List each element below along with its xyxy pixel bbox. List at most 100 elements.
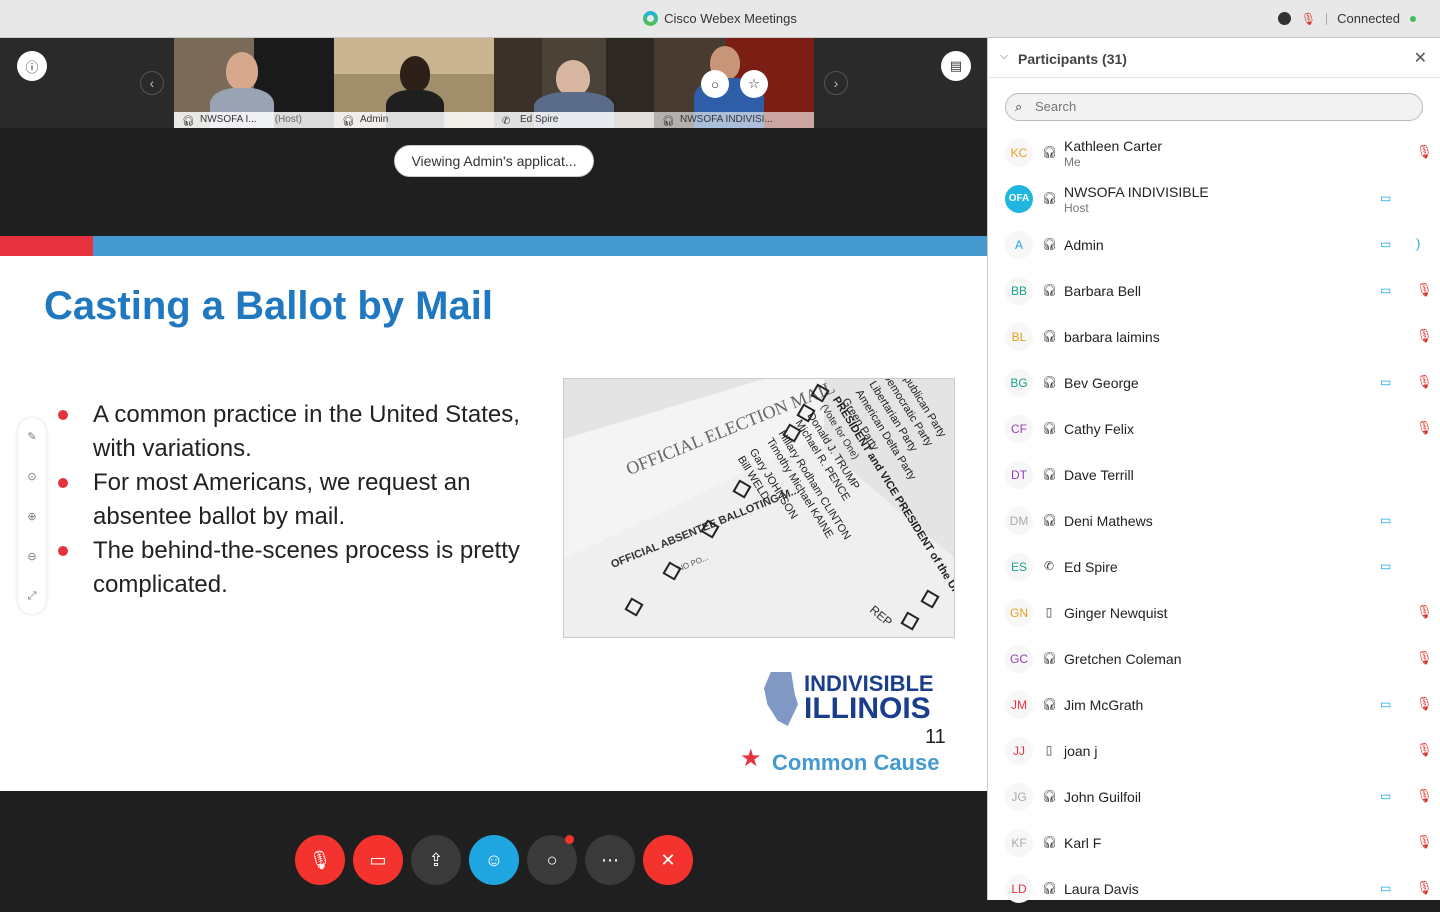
speaking-icon[interactable]: ): [1416, 236, 1420, 251]
mic-muted-icon[interactable]: 🎙︎: [1416, 650, 1433, 666]
video-on-icon: ▭: [1380, 283, 1392, 297]
mic-muted-icon[interactable]: 🎙︎: [1416, 834, 1433, 850]
pin-overlay-button[interactable]: ☆: [740, 70, 768, 98]
share-button[interactable]: ⇪: [411, 835, 461, 885]
participant-row[interactable]: GC 🎧︎ Gretchen Coleman 🎙︎: [988, 636, 1440, 682]
video-toggle-button[interactable]: ▭: [353, 835, 403, 885]
headset-icon: 🎧︎: [1042, 283, 1058, 297]
headset-icon: 🎧︎: [1042, 513, 1058, 527]
mic-muted-icon[interactable]: 🎙︎: [1416, 742, 1433, 758]
logo-illinois: ILLINOIS: [804, 692, 931, 725]
headset-icon: 🎧︎: [1042, 421, 1058, 435]
mic-muted-icon[interactable]: 🎙︎: [1416, 604, 1433, 620]
participant-row[interactable]: BL 🎧︎ barbara laimins 🎙︎: [988, 314, 1440, 360]
participant-row[interactable]: JG 🎧︎ John Guilfoil ▭ 🎙︎: [988, 774, 1440, 820]
mic-muted-icon[interactable]: 🎙︎: [1416, 420, 1433, 436]
mute-button[interactable]: 🎙︎: [295, 835, 345, 885]
video-on-icon: ▭: [1380, 559, 1392, 573]
video-thumb-4[interactable]: 🎧︎ NWSOFA INDIVISI...: [654, 38, 814, 128]
participant-row[interactable]: BB 🎧︎ Barbara Bell ▭ 🎙︎: [988, 268, 1440, 314]
participant-row[interactable]: KF 🎧︎ Karl F 🎙︎: [988, 820, 1440, 866]
common-cause-star-icon: ★: [740, 745, 762, 772]
meeting-info-button[interactable]: ⓘ: [17, 51, 47, 81]
video-thumb-2[interactable]: 🎧︎ Admin: [334, 38, 494, 128]
participant-row[interactable]: CF 🎧︎ Cathy Felix 🎙︎: [988, 406, 1440, 452]
participant-head: [226, 52, 258, 90]
participant-name: Ginger Newquist: [1064, 605, 1168, 621]
mic-muted-icon[interactable]: 🎙︎: [1416, 880, 1433, 896]
leave-meeting-button[interactable]: ✕: [643, 835, 693, 885]
pointer-icon[interactable]: ⊙: [18, 470, 46, 483]
filmstrip-prev-button[interactable]: ‹: [140, 71, 164, 95]
participants-button[interactable]: ☺: [469, 835, 519, 885]
pen-icon[interactable]: ✎: [18, 430, 46, 443]
compass-icon[interactable]: [1277, 12, 1291, 25]
video-on-icon: ▭: [1380, 375, 1392, 389]
close-panel-button[interactable]: ✕: [1414, 48, 1427, 68]
more-options-button[interactable]: ⋯: [585, 835, 635, 885]
participant-name: Deni Mathews: [1064, 513, 1153, 529]
chevron-down-icon[interactable]: ⌵: [1000, 50, 1008, 63]
window-title-text: Cisco Webex Meetings: [664, 11, 797, 26]
layout-grid-icon: ▤: [949, 58, 963, 73]
mic-muted-icon[interactable]: 🎙︎: [1416, 328, 1433, 344]
headset-icon: 🎧︎: [1042, 467, 1058, 481]
mic-muted-icon[interactable]: 🎙︎: [1416, 696, 1433, 712]
layout-button[interactable]: ▤: [941, 51, 971, 81]
participant-row[interactable]: JM 🎧︎ Jim McGrath ▭ 🎙︎: [988, 682, 1440, 728]
avatar: GC: [1005, 645, 1033, 673]
participant-row[interactable]: DM 🎧︎ Deni Mathews ▭: [988, 498, 1440, 544]
mic-muted-icon[interactable]: 🎙︎: [1301, 12, 1316, 26]
bullet-item: The behind-the-scenes process is pretty …: [58, 534, 528, 602]
phone-icon: ✆: [502, 116, 511, 127]
video-on-icon: ▭: [1380, 237, 1392, 251]
participant-role: Me: [1064, 155, 1081, 169]
video-on-icon: ▭: [1380, 191, 1392, 205]
filmstrip-next-button[interactable]: ›: [824, 71, 848, 95]
avatar: DT: [1005, 461, 1033, 489]
bullet-item: A common practice in the United States, …: [58, 398, 528, 466]
avatar: ES: [1005, 553, 1033, 581]
participant-search[interactable]: ⌕: [1005, 93, 1423, 121]
participants-icon: ☺: [484, 849, 504, 870]
mic-muted-icon[interactable]: 🎙︎: [1416, 374, 1433, 390]
video-on-icon: ▭: [1380, 513, 1392, 527]
participant-name: Cathy Felix: [1064, 421, 1135, 437]
video-on-icon: ▭: [1380, 789, 1392, 803]
avatar: JM: [1005, 691, 1033, 719]
search-input[interactable]: [1035, 99, 1405, 114]
fullscreen-icon[interactable]: ⤢: [18, 590, 46, 603]
mic-muted-icon: 🎙︎: [308, 849, 332, 870]
participant-row[interactable]: OFA 🎧︎ NWSOFA INDIVISIBLE Host ▭: [988, 176, 1440, 222]
mic-muted-icon[interactable]: 🎙︎: [1416, 282, 1433, 298]
meeting-controls: 🎙︎ ▭ ⇪ ☺ ○ ⋯ ✕: [0, 832, 987, 892]
participant-row[interactable]: ES ✆ Ed Spire ▭: [988, 544, 1440, 590]
chat-overlay-button[interactable]: ○: [701, 70, 729, 98]
participant-row[interactable]: GN ▯ Ginger Newquist 🎙︎: [988, 590, 1440, 636]
phone-icon: ✆: [1043, 559, 1055, 573]
viewing-share-indicator[interactable]: Viewing Admin's applicat...: [394, 145, 594, 177]
ballot-illustration: OFFICIAL ELECTION MAIL OFFICIAL ABSENTEE…: [564, 379, 954, 637]
zoom-in-icon[interactable]: ⊕: [18, 510, 46, 523]
participant-row[interactable]: A 🎧︎ Admin ▭): [988, 222, 1440, 268]
mic-muted-icon[interactable]: 🎙︎: [1416, 788, 1433, 804]
headset-icon: 🎧︎: [1042, 651, 1058, 665]
chat-button[interactable]: ○: [527, 835, 577, 885]
thumb-caption: 🎧︎ NWSOFA INDIVISI...: [654, 112, 814, 128]
avatar: KC: [1005, 139, 1033, 167]
participant-row[interactable]: JJ ▯ joan j 🎙︎: [988, 728, 1440, 774]
participant-head: [556, 60, 590, 96]
video-thumb-3[interactable]: ✆ Ed Spire: [494, 38, 654, 128]
headset-icon: 🎧︎: [1042, 329, 1058, 343]
mic-muted-icon[interactable]: 🎙︎: [1416, 144, 1433, 160]
video-thumb-1[interactable]: 🎧︎ NWSOFA I... (Host): [174, 38, 334, 128]
participant-row[interactable]: BG 🎧︎ Bev George ▭ 🎙︎: [988, 360, 1440, 406]
zoom-out-icon[interactable]: ⊖: [18, 550, 46, 563]
avatar: OFA: [1005, 185, 1033, 213]
participant-row[interactable]: KC 🎧︎ Kathleen Carter Me 🎙︎: [988, 130, 1440, 176]
chevron-right-icon: ›: [833, 75, 839, 91]
participant-row[interactable]: DT 🎧︎ Dave Terrill: [988, 452, 1440, 498]
panel-title[interactable]: Participants (31): [1018, 51, 1127, 67]
headset-icon: 🎧︎: [1042, 237, 1058, 251]
participant-row[interactable]: LD 🎧︎ Laura Davis ▭ 🎙︎: [988, 866, 1440, 912]
